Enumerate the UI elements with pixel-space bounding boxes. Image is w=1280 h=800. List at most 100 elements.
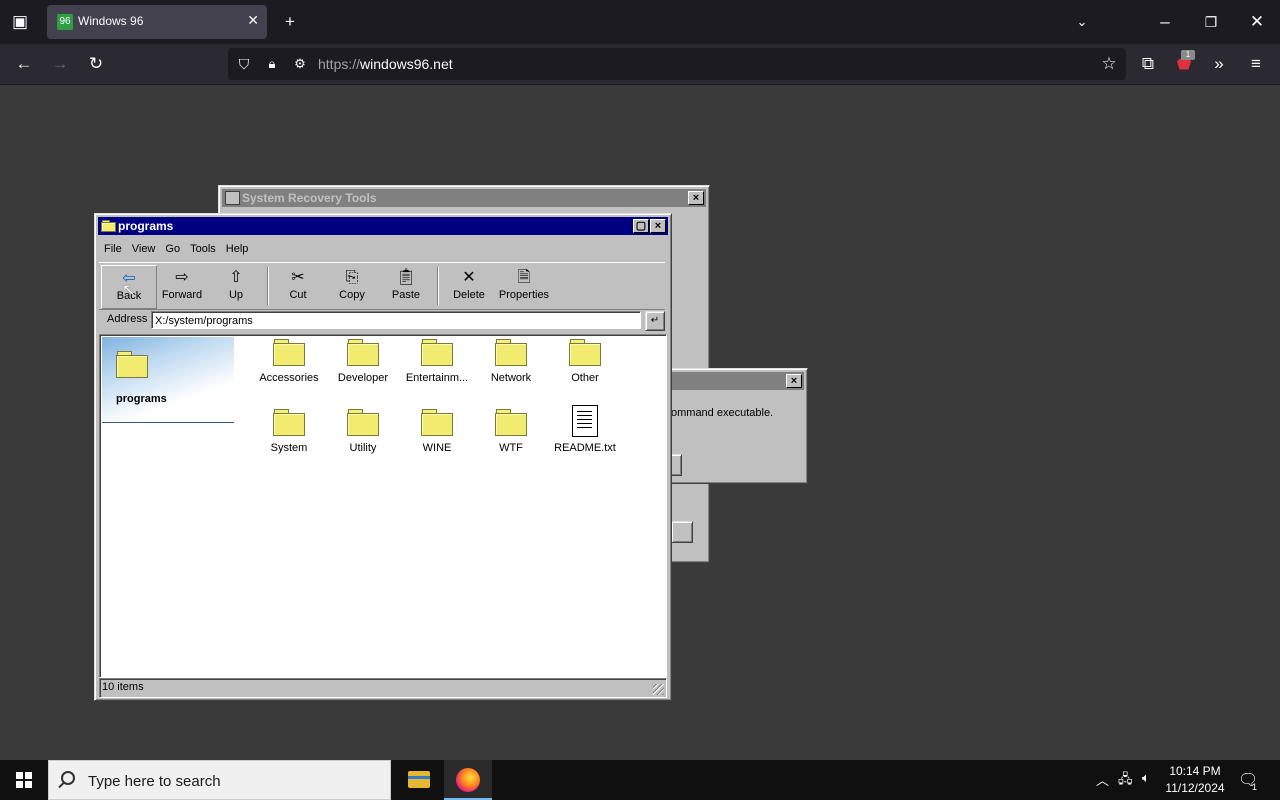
properties-icon: 🗎︎ [517, 269, 531, 286]
reload-icon[interactable]: ↻ [84, 54, 108, 74]
menu-help[interactable]: Help [221, 240, 254, 258]
windows-logo-icon [16, 772, 32, 788]
copy-label: Copy [339, 289, 365, 301]
menu-file[interactable]: File [99, 240, 127, 258]
paste-label: Paste [391, 289, 421, 301]
address-label: Address [107, 313, 148, 325]
tab-title: Windows 96 [78, 14, 144, 28]
volume-muted-icon[interactable]: 🔈︎ [1142, 770, 1150, 786]
folder-icon [347, 409, 379, 436]
recovery-close-button[interactable]: × [688, 191, 704, 205]
taskbar-search-box[interactable]: Type here to search [48, 760, 391, 800]
folder-item-accessories[interactable]: Accessories [252, 339, 326, 384]
status-bar: 10 items [99, 678, 667, 698]
copy-button[interactable]: ⎘ Copy [325, 265, 379, 307]
permissions-icon[interactable]: ⚙︎ [288, 54, 312, 74]
delete-button[interactable]: ✕ Delete [442, 265, 496, 307]
forward-button[interactable]: ⇨ Forward [155, 265, 209, 307]
explorer-titlebar[interactable]: programs ▢ × [98, 217, 668, 235]
address-input[interactable]: X:/system/programs [151, 311, 641, 329]
file-explorer-icon [408, 771, 430, 788]
folder-item-other[interactable]: Other [548, 339, 622, 384]
file-explorer-taskbar-button[interactable] [395, 760, 443, 800]
menu-tools[interactable]: Tools [185, 240, 221, 258]
item-label: Accessories [259, 372, 319, 384]
explorer-close-button[interactable]: × [650, 219, 666, 233]
recovery-titlebar[interactable]: System Recovery Tools × [222, 189, 706, 207]
hamburger-menu-icon[interactable]: ≡ [1244, 54, 1268, 74]
item-label: Network [490, 372, 532, 384]
tab-overview-icon[interactable]: ▣ [8, 12, 32, 32]
address-go-button[interactable]: ↵ [645, 311, 665, 331]
sidebar-folder-icon [116, 351, 148, 380]
list-tabs-chevron-icon[interactable]: ⌄ [1070, 12, 1094, 32]
explorer-toolbar: ⇦ Back ⇨ Forward ⇧ Up ✂ Cut ⎘ Copy 📋︎ Pa… [99, 262, 665, 310]
maximize-button[interactable]: ▢ [633, 219, 649, 233]
toolbar-separator [437, 267, 439, 305]
explorer-title: programs [118, 219, 174, 233]
url-bar[interactable]: ⛉ 🔒︎ ⚙︎ https://windows96.net ☆ [228, 48, 1126, 80]
folder-item-network[interactable]: Network [474, 339, 548, 384]
item-label: Utility [349, 442, 377, 454]
network-icon[interactable]: 🖧︎ [1118, 770, 1133, 792]
address-bar: Address X:/system/programs ↵ [99, 310, 665, 332]
folder-icon [273, 409, 305, 436]
resize-grip-icon[interactable] [653, 684, 664, 695]
menu-go[interactable]: Go [160, 240, 185, 258]
up-button[interactable]: ⇧ Up [209, 265, 263, 307]
url-text[interactable]: https://windows96.net [318, 56, 453, 72]
overflow-chevrons-icon[interactable]: » [1207, 54, 1231, 74]
folder-item-system[interactable]: System [252, 409, 326, 454]
menu-view[interactable]: View [127, 240, 161, 258]
start-button[interactable] [0, 760, 48, 800]
item-label: Developer [337, 372, 389, 384]
minimize-icon[interactable]: – [1153, 12, 1177, 32]
explorer-menubar: File View Go Tools Help [99, 240, 253, 260]
dialog-close-button[interactable]: × [786, 374, 802, 388]
folder-item-wtf[interactable]: WTF [474, 409, 548, 454]
item-label: Entertainm... [405, 372, 469, 384]
windows96-favicon-icon: 96 [57, 14, 73, 30]
back-icon[interactable]: ← [12, 54, 36, 74]
browser-tab[interactable]: 96 Windows 96 ✕ [47, 5, 267, 39]
status-text: 10 items [102, 681, 144, 693]
notification-count: 1 [1252, 782, 1258, 792]
folder-icon [421, 409, 453, 436]
bookmark-star-icon[interactable]: ☆ [1097, 54, 1121, 74]
item-label: WINE [422, 442, 452, 454]
new-tab-icon[interactable]: + [278, 12, 302, 32]
properties-label: Properties [498, 289, 550, 301]
item-label: System [270, 442, 308, 454]
folder-item-wine[interactable]: WINE [400, 409, 474, 454]
dialog-message: ommand executable. [671, 407, 774, 419]
file-view[interactable]: programs Accessories Developer Entertain… [99, 334, 667, 678]
restore-icon[interactable]: ❐ [1199, 12, 1223, 32]
search-placeholder: Type here to search [88, 773, 221, 790]
firefox-taskbar-button[interactable] [444, 760, 492, 800]
folder-icon [495, 339, 527, 366]
close-tab-icon[interactable]: ✕ [247, 12, 259, 29]
folder-item-developer[interactable]: Developer [326, 339, 400, 384]
firefox-icon [456, 768, 480, 792]
folder-item-utility[interactable]: Utility [326, 409, 400, 454]
up-folder-icon: ⇧ [229, 269, 243, 286]
enter-arrow-icon: ↵ [650, 315, 660, 326]
folder-item-entertainment[interactable]: Entertainm... [400, 339, 474, 384]
text-file-icon [572, 405, 598, 437]
taskbar-clock[interactable]: 10:14 PM 11/12/2024 [1164, 763, 1226, 797]
recovery-button[interactable] [671, 521, 693, 543]
paste-button[interactable]: 📋︎ Paste [379, 265, 433, 307]
lock-icon[interactable]: 🔒︎ [260, 54, 284, 74]
folder-icon [569, 339, 601, 366]
folder-title-icon [101, 220, 116, 234]
show-hidden-icons-chevron-icon[interactable]: ︿ [1096, 770, 1109, 789]
shield-icon[interactable]: ⛉ [232, 54, 256, 74]
properties-button[interactable]: 🗎︎ Properties [494, 265, 554, 307]
copy-icon: ⎘ [345, 269, 359, 286]
folder-icon [495, 409, 527, 436]
extensions-puzzle-icon[interactable]: ⧉ [1136, 54, 1160, 74]
forward-icon[interactable]: → [48, 54, 72, 74]
cut-button[interactable]: ✂ Cut [271, 265, 325, 307]
close-window-icon[interactable]: ✕ [1245, 12, 1269, 32]
file-item-readme[interactable]: README.txt [548, 405, 622, 454]
